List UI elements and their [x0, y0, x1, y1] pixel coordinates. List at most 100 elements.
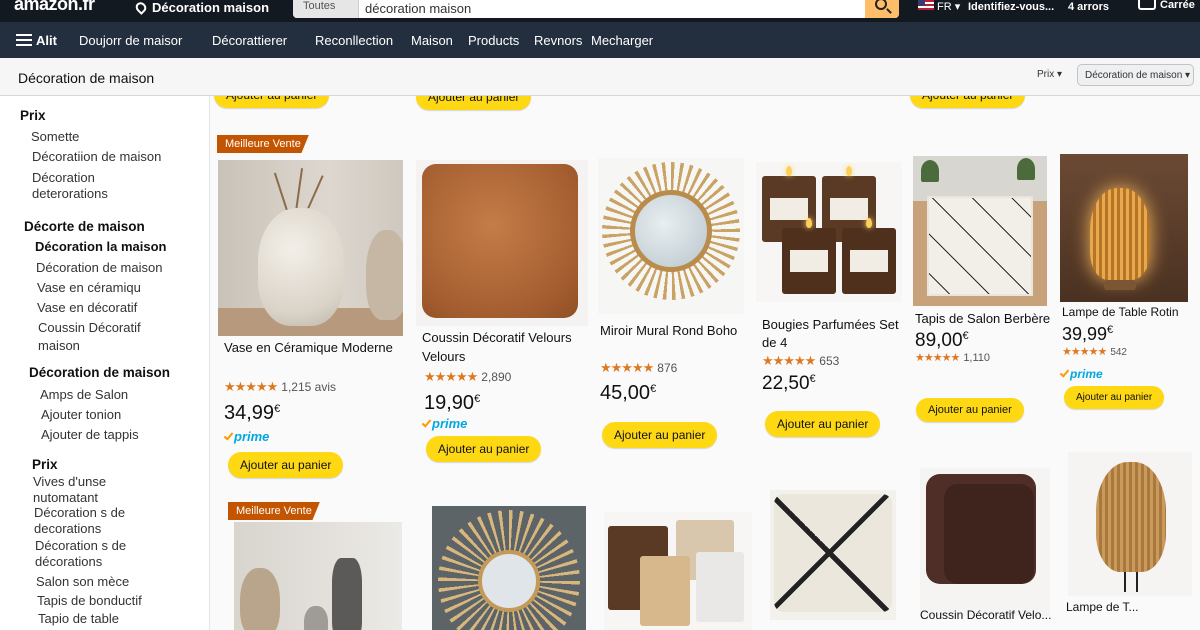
- product-title[interactable]: Lampe de Table Rotin: [1062, 303, 1194, 322]
- product-title[interactable]: Bougies Parfumées Set de 4: [762, 316, 902, 352]
- product-rating[interactable]: ★★★★★ 876: [600, 360, 677, 376]
- ceramic-vase: [258, 208, 344, 326]
- nav-all-menu[interactable]: Alit: [16, 33, 57, 48]
- filter-link[interactable]: Ajouter de tappis: [41, 427, 139, 443]
- add-to-cart-button[interactable]: Ajouter au panier: [916, 398, 1024, 422]
- filter-link[interactable]: decorations: [34, 521, 101, 537]
- orders-link[interactable]: 4 arrors: [1068, 1, 1109, 13]
- product-title[interactable]: Lampe de T...: [1066, 598, 1196, 617]
- filter-link[interactable]: Somette: [31, 129, 79, 145]
- flag-icon: [918, 0, 934, 10]
- bestseller-badge: Meilleure Vente: [217, 135, 309, 153]
- product-title[interactable]: Coussin Décoratif Velours Velours: [422, 328, 590, 366]
- filter-link[interactable]: Décoration: [32, 170, 95, 186]
- review-count: 876: [657, 361, 678, 375]
- currency: €: [274, 403, 281, 415]
- product-image-rug[interactable]: [913, 156, 1047, 306]
- product-image-vase[interactable]: [218, 160, 403, 336]
- add-to-cart-button[interactable]: Ajouter au panier: [214, 96, 330, 108]
- star-rating-icon: ★★★★★: [600, 360, 654, 375]
- product-image-cushions-row2[interactable]: [920, 468, 1050, 616]
- product-image-vases-row2[interactable]: [234, 522, 402, 630]
- nav-item-1[interactable]: Doujorr de maisor: [79, 33, 182, 48]
- filter-link[interactable]: Vase en céramiqu: [37, 280, 141, 296]
- filter-link[interactable]: Vives d'unse: [33, 474, 106, 490]
- prime-badge: prime: [1059, 367, 1103, 381]
- add-to-cart-button[interactable]: Ajouter au panier: [426, 436, 542, 462]
- add-to-cart-button[interactable]: Ajouter au panier: [602, 422, 718, 448]
- filter-link[interactable]: Décoration s de: [35, 538, 126, 554]
- nav-item-5[interactable]: Products: [468, 33, 519, 48]
- product-rating[interactable]: ★★★★★ 2,890: [424, 369, 511, 385]
- add-to-cart-button[interactable]: Ajouter au panier: [416, 96, 532, 110]
- product-image-lamp[interactable]: [1060, 154, 1188, 302]
- results-grid: Ajouter au panier Ajouter au panier Ajou…: [210, 96, 1200, 630]
- add-to-cart-button[interactable]: Ajouter au panier: [765, 411, 881, 437]
- star-rating-icon: ★★★★★: [424, 369, 478, 384]
- sort-value: Décoration de maison: [1085, 70, 1183, 81]
- filter-link[interactable]: Décoratiion de maison: [32, 149, 161, 165]
- product-price: 45,00€: [600, 382, 656, 405]
- patterned-pillow: [774, 494, 892, 612]
- nav-item-4[interactable]: Maison: [411, 33, 453, 48]
- search-input[interactable]: [365, 0, 855, 18]
- product-rating[interactable]: ★★★★★ 1,215 avis: [224, 379, 336, 395]
- sort-price-filter[interactable]: Prix ▾: [1037, 69, 1062, 80]
- filter-heading: Prix: [32, 457, 58, 472]
- product-image-candles-row2[interactable]: [604, 512, 752, 630]
- search-button[interactable]: [865, 0, 899, 18]
- filter-link[interactable]: Salon son mèce: [36, 574, 129, 590]
- add-to-cart-button[interactable]: Ajouter au panier: [228, 452, 344, 478]
- add-to-cart-button[interactable]: Ajouter au panier: [910, 96, 1026, 108]
- language-selector[interactable]: FR ▾: [918, 0, 960, 13]
- delivery-location[interactable]: Décoration maison: [133, 0, 269, 15]
- filter-link[interactable]: deterorations: [32, 186, 108, 202]
- filter-link[interactable]: nutomatant: [33, 490, 98, 506]
- review-count: 653: [819, 354, 840, 368]
- product-rating[interactable]: ★★★★★ 542: [1062, 345, 1127, 358]
- product-rating[interactable]: ★★★★★ 1,110: [915, 351, 990, 364]
- product-rating[interactable]: ★★★★★ 653: [762, 353, 839, 369]
- filter-link[interactable]: Décoration de maison: [36, 260, 162, 276]
- cart-label: Carrée: [1160, 0, 1195, 11]
- nav-item-3[interactable]: Reconllection: [315, 33, 393, 48]
- add-to-cart-button[interactable]: Ajouter au panier: [1064, 386, 1165, 409]
- filter-link[interactable]: Amps de Salon: [40, 387, 128, 403]
- nav-item-6[interactable]: Revnors: [534, 33, 582, 48]
- prime-label: prime: [234, 429, 270, 444]
- nav-item-2[interactable]: Décorattierer: [212, 33, 287, 48]
- product-price: 39,99€: [1062, 324, 1113, 345]
- product-title[interactable]: Miroir Mural Rond Boho: [600, 321, 750, 340]
- dried-stem: [294, 168, 304, 212]
- product-image-pillow-row2[interactable]: [770, 490, 896, 620]
- rattan-lamp: [1096, 462, 1166, 572]
- nav-item-7[interactable]: Mecharger: [591, 33, 653, 48]
- product-image-mirror[interactable]: [598, 158, 744, 314]
- filter-link-selected[interactable]: Décoration la maison: [35, 239, 166, 255]
- filter-link[interactable]: Décoration s de: [34, 505, 125, 521]
- filter-link[interactable]: décorations: [35, 554, 102, 570]
- product-image-candles[interactable]: [756, 162, 902, 302]
- product-title[interactable]: Coussin Décoratif Velo...: [920, 606, 1060, 625]
- price-value: 19,90: [424, 392, 475, 414]
- filter-link[interactable]: Ajouter tonion: [41, 407, 121, 423]
- filter-link[interactable]: Tapis de bonductif: [37, 593, 142, 609]
- product-image-pillow[interactable]: [416, 160, 588, 326]
- product-title[interactable]: Tapis de Salon Berbère: [915, 309, 1051, 328]
- filter-heading: Prix: [20, 108, 46, 123]
- filter-link[interactable]: Coussin Décoratif: [38, 320, 141, 336]
- sort-dropdown[interactable]: Décoration de maison ▾: [1077, 64, 1194, 86]
- cart-link[interactable]: Carrée: [1138, 0, 1195, 11]
- account-link[interactable]: Identifiez-vous...: [968, 1, 1054, 13]
- product-image-mirror-row2[interactable]: [432, 506, 586, 630]
- amazon-logo[interactable]: amazon.fr: [14, 0, 95, 15]
- filter-link[interactable]: maison: [38, 338, 80, 354]
- candle-label: [790, 250, 828, 272]
- product-image-lamp-row2[interactable]: [1068, 452, 1192, 596]
- filter-link[interactable]: Tapio de table: [38, 611, 119, 627]
- search-category-select[interactable]: Toutes: [293, 0, 359, 18]
- candle-jar: [842, 228, 896, 294]
- filter-link[interactable]: Vase en décoratif: [37, 300, 137, 316]
- product-title[interactable]: Vase en Céramique Moderne: [224, 338, 404, 357]
- currency: €: [962, 330, 969, 342]
